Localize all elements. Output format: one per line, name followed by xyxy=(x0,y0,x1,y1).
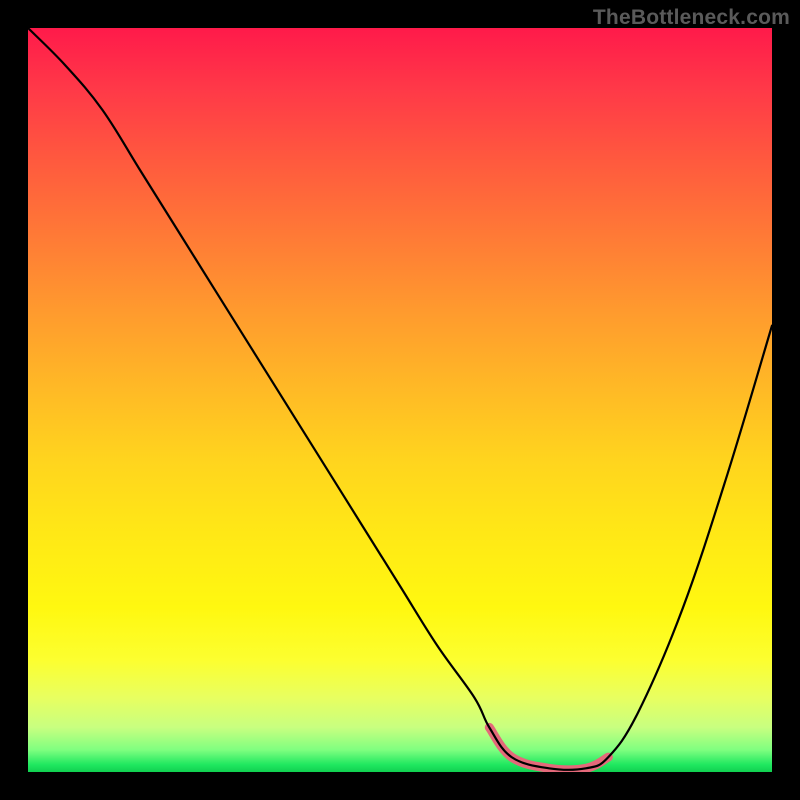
watermark-text: TheBottleneck.com xyxy=(593,6,790,30)
plot-area xyxy=(28,28,772,772)
bottleneck-curve xyxy=(28,28,772,770)
optimal-range-highlight xyxy=(489,727,608,769)
bottleneck-chart: TheBottleneck.com xyxy=(0,0,800,800)
curve-layer xyxy=(28,28,772,772)
